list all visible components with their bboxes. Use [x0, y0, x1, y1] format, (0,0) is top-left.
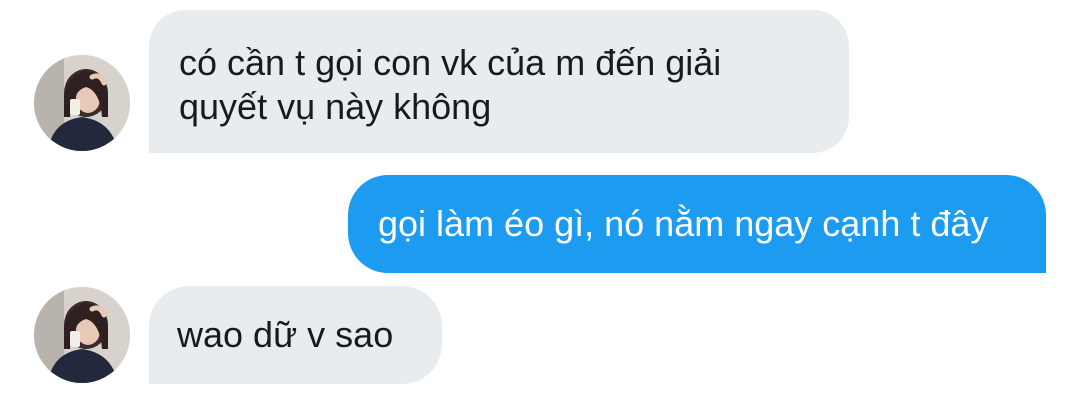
profile-photo-icon[interactable]: [34, 55, 130, 151]
chat-thread: có cần t gọi con vk của m đến giải quyết…: [0, 0, 1080, 405]
message-text: wao dữ v sao: [177, 314, 394, 355]
message-text: có cần t gọi con vk của m đến giải quyết…: [179, 42, 722, 127]
message-bubble-outgoing[interactable]: gọi làm éo gì, nó nằm ngay cạnh t đây: [348, 175, 1046, 273]
profile-photo-icon[interactable]: [34, 287, 130, 383]
message-bubble-incoming[interactable]: wao dữ v sao: [149, 286, 442, 384]
message-bubble-incoming[interactable]: có cần t gọi con vk của m đến giải quyết…: [149, 10, 849, 153]
avatar-image: [34, 55, 130, 151]
avatar-image: [34, 287, 130, 383]
message-text: gọi làm éo gì, nó nằm ngay cạnh t đây: [378, 203, 989, 244]
